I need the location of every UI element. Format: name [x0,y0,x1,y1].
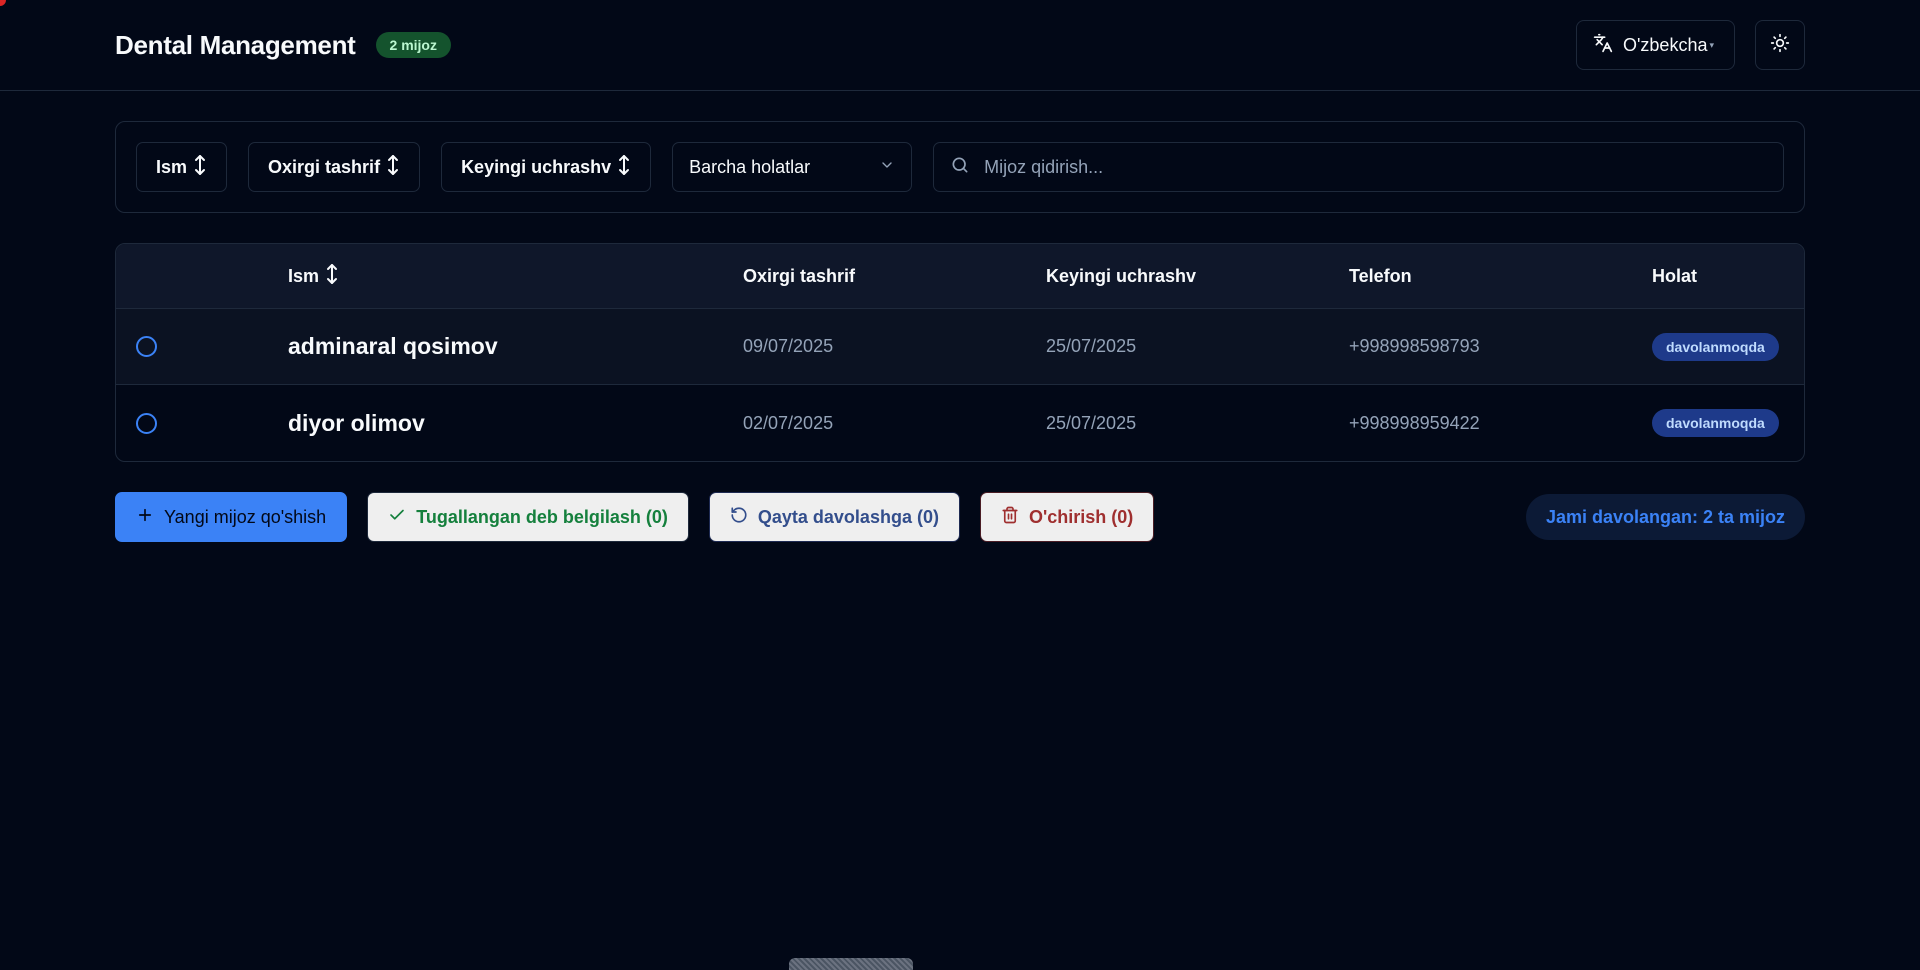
status-cell: davolanmoqda [1652,409,1804,437]
delete-label: O'chirish (0) [1028,506,1134,527]
language-label: O'zbekcha [1622,34,1708,55]
sun-icon [1770,33,1790,58]
search-box [933,142,1784,192]
sort-last-visit-label: Oxirgi tashrif [268,156,381,177]
status-cell: davolanmoqda [1652,332,1804,361]
app-title: Dental Management [115,29,356,60]
check-icon [388,506,406,529]
chevron-down-icon: ▾ [1709,39,1714,50]
column-header-last-visit: Oxirgi tashrif [743,265,856,286]
row-select-radio[interactable] [136,412,157,434]
retreat-label: Qayta davolashga (0) [757,506,939,527]
arrow-up-down-icon [193,154,207,181]
column-header-next-appointment: Keyingi uchrashv [1046,265,1197,286]
translate-icon [1593,33,1613,58]
status-badge: davolanmoqda [1652,332,1779,361]
client-count-badge: 2 mijoz [375,32,451,58]
action-bar: Yangi mijoz qo'shish Tugallangan deb bel… [115,492,1805,542]
client-name: diyor olimov [288,409,425,436]
add-client-button[interactable]: Yangi mijoz qo'shish [115,492,348,542]
sort-by-next-appointment-button[interactable]: Keyingi uchrashv [441,142,652,192]
delete-button[interactable]: O'chirish (0) [979,492,1155,542]
status-filter-value: Barcha holatlar [689,156,811,177]
sort-by-name-button[interactable]: Ism [136,142,228,192]
rotate-ccw-icon [730,506,748,529]
theme-toggle-button[interactable] [1755,20,1805,70]
column-header-name[interactable]: Ism [288,263,743,290]
trash-icon [1001,506,1019,529]
arrow-up-down-icon [617,154,631,181]
column-name-label: Ism [288,265,320,286]
next-appointment-date: 25/07/2025 [1046,336,1137,356]
table-row[interactable]: adminaral qosimov 09/07/2025 25/07/2025 … [116,309,1804,385]
phone-number: +998998598793 [1349,336,1480,356]
mark-completed-label: Tugallangan deb belgilash (0) [416,506,668,527]
last-visit-date: 09/07/2025 [743,336,834,356]
row-select-cell [116,412,288,434]
phone-number: +998998959422 [1349,412,1480,433]
app-header: Dental Management 2 mijoz O'zbekcha ▾ [0,0,1920,91]
mark-completed-button[interactable]: Tugallangan deb belgilash (0) [367,492,689,542]
table-row[interactable]: diyor olimov 02/07/2025 25/07/2025 +9989… [116,385,1804,461]
horizontal-scrollbar-thumb[interactable] [789,958,913,970]
clients-table: Ism Oxirgi tashrif Keyingi uchrashv Tele… [115,243,1805,462]
last-visit-date: 02/07/2025 [743,412,834,433]
total-treated-badge: Jami davolangan: 2 ta mijoz [1525,494,1805,540]
client-name: adminaral qosimov [288,333,498,359]
sort-name-label: Ism [156,156,188,177]
column-header-phone: Telefon [1349,265,1412,286]
search-input[interactable] [984,156,1767,178]
plus-icon [136,506,154,529]
arrow-up-down-icon [386,154,400,181]
status-badge: davolanmoqda [1652,409,1779,437]
sort-by-last-visit-button[interactable]: Oxirgi tashrif [248,142,421,192]
search-icon [950,155,970,180]
table-header-row: Ism Oxirgi tashrif Keyingi uchrashv Tele… [116,244,1804,309]
filter-bar: Ism Oxirgi tashrif Keyingi uchrashv Barc… [115,121,1805,213]
row-select-cell [116,336,288,357]
status-filter-select[interactable]: Barcha holatlar [672,142,913,192]
chevron-down-icon [879,157,895,178]
language-select[interactable]: O'zbekcha ▾ [1575,20,1735,70]
retreat-button[interactable]: Qayta davolashga (0) [708,492,960,542]
row-select-radio[interactable] [136,336,157,357]
column-header-status: Holat [1652,265,1697,286]
add-client-label: Yangi mijoz qo'shish [164,506,327,527]
arrow-up-down-icon [325,263,339,290]
next-appointment-date: 25/07/2025 [1046,412,1137,433]
sort-next-appointment-label: Keyingi uchrashv [461,156,612,177]
